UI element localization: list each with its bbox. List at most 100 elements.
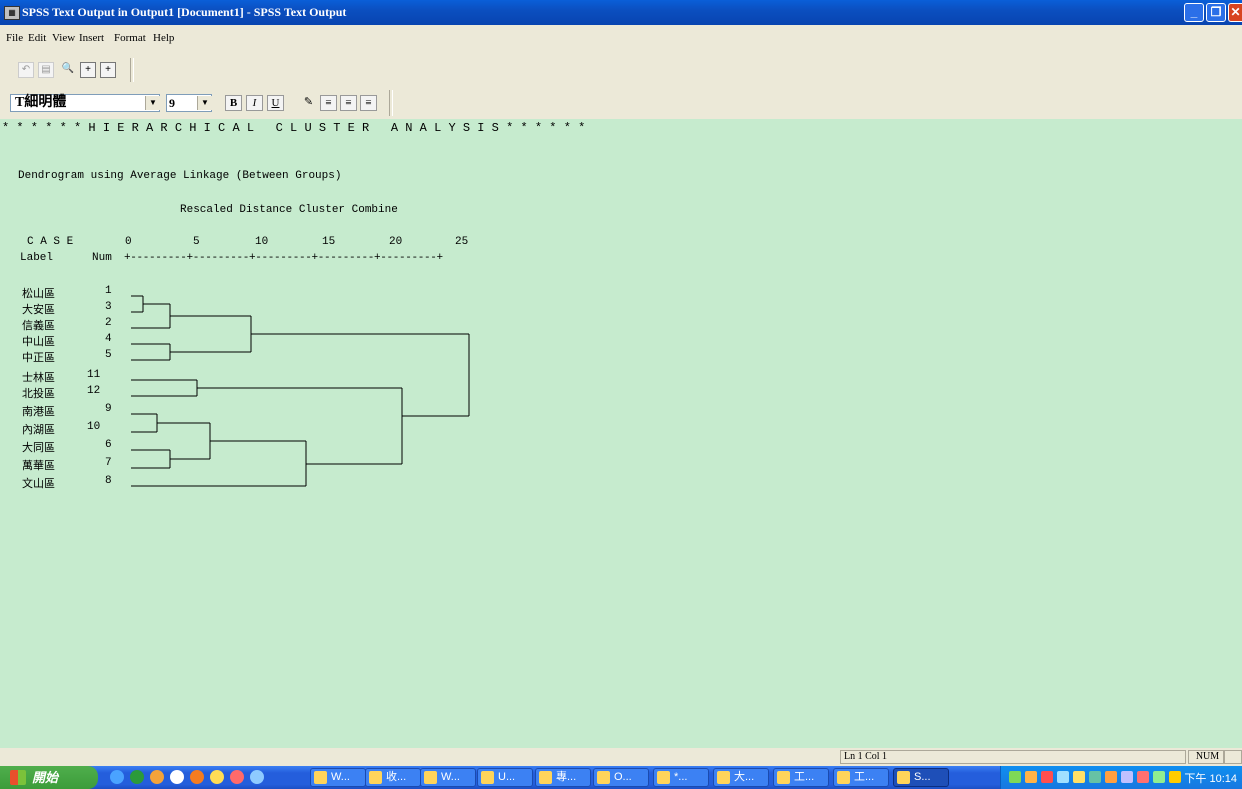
task-label: O... xyxy=(614,771,632,783)
task-label: W... xyxy=(441,771,460,783)
tray-icon[interactable] xyxy=(1169,771,1181,783)
dendrogram-link xyxy=(131,343,171,361)
quicklaunch-icon[interactable] xyxy=(130,770,144,784)
task-label: S... xyxy=(914,771,931,783)
tray-icon[interactable] xyxy=(1137,771,1149,783)
menu-format[interactable]: Format xyxy=(114,32,146,44)
dendrogram-link xyxy=(131,449,171,469)
task-app-icon xyxy=(314,771,327,784)
insert-icon[interactable]: + xyxy=(80,62,96,78)
num-lock-indicator: NUM xyxy=(1188,750,1224,764)
tray-icon[interactable] xyxy=(1025,771,1037,783)
restore-button[interactable]: ❐ xyxy=(1206,3,1226,22)
status-cell xyxy=(1224,750,1242,764)
quicklaunch-icon[interactable] xyxy=(150,770,164,784)
align-right-icon[interactable]: ≡ xyxy=(360,95,377,111)
dendrogram-link xyxy=(131,413,158,433)
minimize-button[interactable]: _ xyxy=(1184,3,1204,22)
taskbar-task[interactable]: W... xyxy=(310,768,366,787)
task-app-icon xyxy=(897,771,910,784)
chevron-down-icon[interactable]: ▼ xyxy=(197,96,212,110)
tray-icon[interactable] xyxy=(1121,771,1133,783)
task-label: 工... xyxy=(854,771,875,783)
taskbar-task[interactable]: S... xyxy=(893,768,949,787)
task-app-icon xyxy=(369,771,382,784)
tray-icon[interactable] xyxy=(1153,771,1165,783)
tray-icon[interactable] xyxy=(1041,771,1053,783)
tray-icon[interactable] xyxy=(1073,771,1085,783)
task-label: U... xyxy=(498,771,516,783)
taskbar-task[interactable]: 大... xyxy=(713,768,769,787)
taskbar-task[interactable]: 收... xyxy=(365,768,421,787)
insert2-icon[interactable]: + xyxy=(100,62,116,78)
task-label: W... xyxy=(331,771,350,783)
taskbar: 開始 W... 收... W... U... 專... O... *... 大... 工... 工… xyxy=(0,766,1242,789)
tray-icon[interactable] xyxy=(1009,771,1021,783)
dendrogram-link xyxy=(157,422,211,460)
standard-toolbar xyxy=(0,53,1242,87)
taskbar-task[interactable]: 工... xyxy=(773,768,829,787)
toolbar-separator xyxy=(130,58,134,82)
menu-insert[interactable]: Insert xyxy=(79,32,104,44)
status-message xyxy=(0,750,840,764)
quicklaunch-icon[interactable] xyxy=(170,770,184,784)
align-left-icon[interactable]: ≡ xyxy=(320,95,337,111)
dendrogram-link xyxy=(170,315,252,353)
task-app-icon xyxy=(777,771,790,784)
taskbar-task[interactable]: U... xyxy=(477,768,533,787)
tray-icon[interactable] xyxy=(1057,771,1069,783)
task-label: 工... xyxy=(794,771,815,783)
task-app-icon xyxy=(481,771,494,784)
find-icon[interactable]: 🔍 xyxy=(60,62,76,78)
taskbar-task[interactable]: 專... xyxy=(535,768,591,787)
quicklaunch-icon[interactable] xyxy=(210,770,224,784)
bold-button[interactable]: B xyxy=(225,95,242,111)
task-label: 專... xyxy=(556,771,577,783)
font-size: 9 xyxy=(169,96,175,110)
windows-logo-icon xyxy=(10,770,26,785)
quicklaunch-icon[interactable] xyxy=(230,770,244,784)
task-label: *... xyxy=(674,771,688,783)
taskbar-task[interactable]: *... xyxy=(653,768,709,787)
taskbar-task[interactable]: W... xyxy=(420,768,476,787)
menu-file[interactable]: File xyxy=(6,32,23,44)
menu-edit[interactable]: Edit xyxy=(28,32,46,44)
menu-help[interactable]: Help xyxy=(153,32,174,44)
italic-button[interactable]: I xyxy=(246,95,263,111)
task-label: 大... xyxy=(734,771,755,783)
taskbar-task[interactable]: 工... xyxy=(833,768,889,787)
font-size-select[interactable]: 9 ▼ xyxy=(166,94,212,112)
task-label: 收... xyxy=(386,771,407,783)
firefox-icon[interactable] xyxy=(190,770,204,784)
spss-icon: ▦ xyxy=(4,6,20,20)
toolbar-separator xyxy=(389,90,393,116)
task-app-icon xyxy=(657,771,670,784)
window-title: SPSS Text Output in Output1 [Document1] … xyxy=(22,5,347,19)
task-app-icon xyxy=(539,771,552,784)
dendrogram-link xyxy=(131,303,171,329)
ie-icon[interactable] xyxy=(110,770,124,784)
text-icon[interactable]: ▤ xyxy=(38,62,54,78)
menu-view[interactable]: View xyxy=(52,32,75,44)
quicklaunch-icon[interactable] xyxy=(250,770,264,784)
chevron-down-icon[interactable]: ▼ xyxy=(145,96,160,110)
start-button[interactable]: 開始 xyxy=(0,766,98,789)
font-select[interactable]: T細明體 ▼ xyxy=(10,94,160,112)
cursor-position: Ln 1 Col 1 xyxy=(840,750,1186,764)
color-icon[interactable]: ✎ xyxy=(300,95,317,111)
system-tray: 下午 10:14 xyxy=(1000,766,1242,789)
status-bar: Ln 1 Col 1 NUM xyxy=(0,748,1242,766)
title-bar: ▦ SPSS Text Output in Output1 [Document1… xyxy=(0,0,1242,25)
underline-button[interactable]: U xyxy=(267,95,284,111)
tray-icon[interactable] xyxy=(1105,771,1117,783)
undo-icon[interactable]: ↶ xyxy=(18,62,34,78)
dendrogram-link xyxy=(251,333,470,417)
task-app-icon xyxy=(424,771,437,784)
close-button[interactable]: ✕ xyxy=(1228,3,1242,22)
align-center-icon[interactable]: ≡ xyxy=(340,95,357,111)
taskbar-task[interactable]: O... xyxy=(593,768,649,787)
tray-icon[interactable] xyxy=(1089,771,1101,783)
output-pane[interactable]: * * * * * * H I E R A R C H I C A L C L … xyxy=(0,119,1242,748)
dendrogram-link xyxy=(131,440,307,487)
task-app-icon xyxy=(837,771,850,784)
